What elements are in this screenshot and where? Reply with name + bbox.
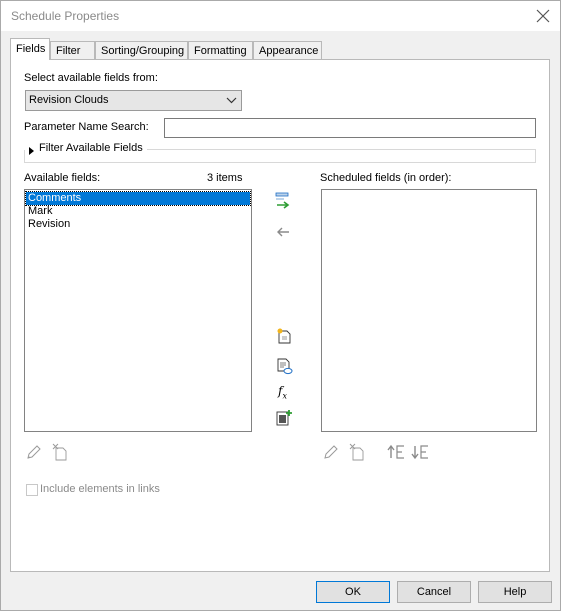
close-button[interactable] [532,5,554,27]
combine-parameters-icon[interactable] [275,357,293,375]
filter-available-fields-expander[interactable]: Filter Available Fields [24,142,536,164]
scheduled-fields-label: Scheduled fields (in order): [320,172,452,184]
ok-button[interactable]: OK [316,581,390,603]
filter-fields-label: Filter Available Fields [39,142,147,154]
tab-label: Sorting/Grouping [101,45,185,57]
move-up-icon[interactable] [387,443,407,461]
expand-triangle-icon[interactable] [27,144,35,160]
title-bar[interactable]: Schedule Properties [1,1,560,31]
cancel-button[interactable]: Cancel [397,581,471,603]
tab-appearance[interactable]: Appearance [253,41,322,60]
delete-parameter-icon[interactable] [51,443,69,461]
list-item[interactable]: Mark [26,205,250,218]
available-count: 3 items [207,172,243,184]
scheduled-fields-list[interactable] [321,189,537,432]
category-value: Revision Clouds [29,94,109,106]
list-item[interactable]: Comments [25,191,251,206]
available-fields-list[interactable]: Comments Mark Revision [24,189,252,432]
tab-filter[interactable]: Filter [50,41,95,60]
divider [147,149,536,150]
param-search-input[interactable] [164,118,536,138]
include-links-checkbox[interactable] [26,484,38,496]
window-title: Schedule Properties [11,9,120,23]
calculated-value-icon[interactable]: fx [278,384,287,400]
remove-parameter-icon[interactable] [274,223,292,241]
tab-label: Formatting [194,45,247,57]
add-calculated-parameter-icon[interactable] [275,409,293,427]
tab-formatting[interactable]: Formatting [188,41,253,60]
pencil-icon[interactable] [322,443,340,461]
tab-fields[interactable]: Fields [10,38,50,60]
category-dropdown[interactable]: Revision Clouds [25,90,242,111]
add-parameter-icon[interactable] [274,191,292,209]
help-button[interactable]: Help [478,581,552,603]
tab-label: Fields [16,43,46,55]
include-links-label: Include elements in links [40,483,160,495]
new-parameter-icon[interactable] [275,327,293,345]
available-fields-label: Available fields: [24,172,101,184]
tab-sorting-grouping[interactable]: Sorting/Grouping [95,41,188,60]
move-down-icon[interactable] [411,443,431,461]
select-from-label: Select available fields from: [24,72,158,84]
tab-label: Filter [56,45,81,57]
schedule-properties-dialog: Schedule Properties Fields Filter Sortin… [0,0,561,611]
pencil-icon[interactable] [25,443,43,461]
delete-parameter-icon[interactable] [348,443,366,461]
close-icon [536,9,550,23]
fields-tab-panel: Select available fields from: Revision C… [10,59,550,572]
param-search-label: Parameter Name Search: [24,121,149,133]
tab-label: Appearance [259,45,319,57]
chevron-down-icon [226,92,237,111]
list-item[interactable]: Revision [26,218,250,231]
